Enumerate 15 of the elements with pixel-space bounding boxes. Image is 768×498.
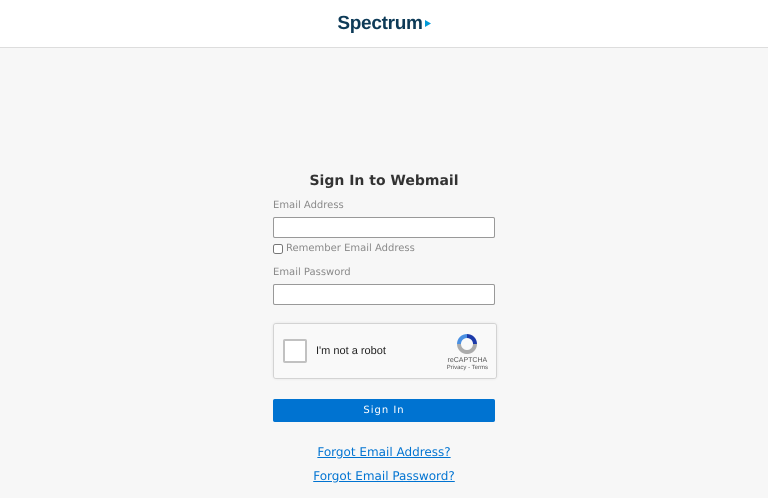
password-field[interactable] [273,284,495,305]
sign-in-button[interactable]: Sign In [273,399,495,422]
triangle-icon [424,20,431,27]
captcha-checkbox[interactable] [283,339,307,363]
field-label: Email Password [273,267,352,278]
logo: Spectrum [337,12,423,34]
checkbox-label: Remember Email Address [286,243,415,254]
form-title: Sign In to Webmail [308,173,460,189]
captcha-logo-icon [455,332,480,356]
forgot-link[interactable]: Forgot Email Password? [313,469,455,483]
remember-checkbox[interactable] [273,244,283,254]
forgot-link[interactable]: Forgot Email Address? [317,445,451,459]
field-label: Email Address [273,200,345,211]
email-field[interactable] [273,217,495,238]
captcha-label: I'm not a robot [316,345,387,357]
